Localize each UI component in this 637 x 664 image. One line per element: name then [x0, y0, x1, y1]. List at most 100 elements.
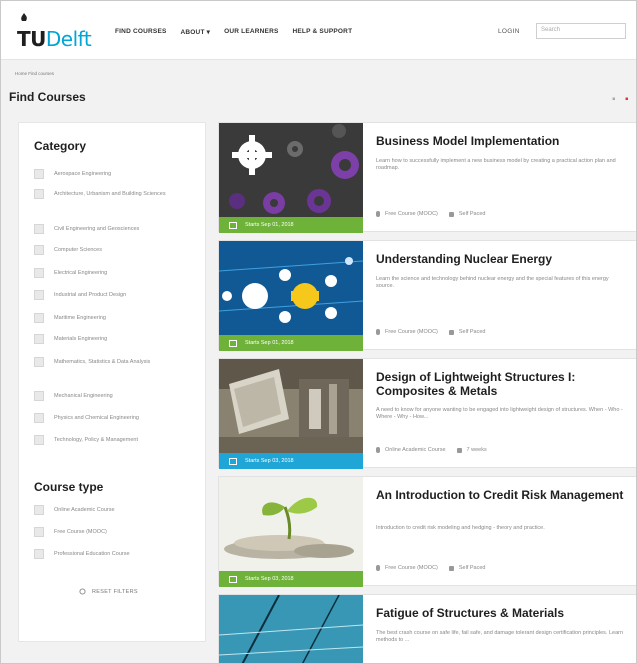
course-thumbnail[interactable]: [219, 477, 363, 571]
course-card[interactable]: Starts Sep 01, 2018 Business Model Imple…: [218, 122, 636, 233]
main-nav: FIND COURSES ABOUT ▾ OUR LEARNERS HELP &…: [115, 28, 352, 36]
course-start-date: Starts Sep 03, 2018: [245, 576, 294, 582]
breadcrumb[interactable]: Home Find courses: [15, 71, 54, 76]
course-date-bar: Starts Sep 01, 2018: [219, 335, 363, 351]
lock-icon: [448, 565, 454, 571]
page-frame: TU Delft FIND COURSES ABOUT ▾ OUR LEARNER…: [0, 0, 637, 664]
page-header-band: Home Find courses Find Courses ▪ ▪: [1, 60, 636, 118]
location-pin-icon: [376, 565, 380, 571]
course-pace: Self Paced: [458, 329, 486, 335]
course-meta: Free Course (MOOC) Self Paced: [376, 329, 485, 335]
filter-category-item[interactable]: Mechanical Engineering: [34, 391, 189, 401]
checkbox[interactable]: [34, 245, 44, 255]
course-date-bar: Starts Sep 01, 2018: [219, 217, 363, 233]
course-card[interactable]: Starts Sep 03, 2018 Design of Lightweigh…: [218, 358, 636, 469]
course-title[interactable]: Business Model Implementation: [376, 134, 636, 148]
filter-label: Aerospace Engineering: [54, 171, 112, 177]
course-start-date: Starts Sep 03, 2018: [245, 458, 294, 464]
checkbox[interactable]: [34, 169, 44, 179]
filter-category-item[interactable]: Civil Engineering and Geosciences: [34, 224, 189, 234]
login-link[interactable]: LOGIN: [498, 28, 520, 35]
course-description: The best crash course on safe life, fail…: [376, 630, 624, 643]
checkbox[interactable]: [34, 313, 44, 323]
checkbox[interactable]: [34, 189, 44, 199]
filter-category-item[interactable]: Aerospace Engineering: [34, 169, 189, 179]
grid-view-icon[interactable]: ▪: [612, 94, 616, 105]
course-thumbnail[interactable]: [219, 123, 363, 217]
checkbox[interactable]: [34, 391, 44, 401]
course-type: Free Course (MOOC): [385, 329, 438, 335]
tudelft-logo[interactable]: TU Delft: [17, 13, 92, 51]
flame-icon: [21, 13, 27, 21]
checkbox[interactable]: [34, 268, 44, 278]
checkbox[interactable]: [34, 505, 44, 515]
filter-label: Electrical Engineering: [54, 270, 108, 276]
course-type-heading: Course type: [34, 480, 104, 494]
filter-label: Professional Education Course: [54, 551, 130, 557]
checkbox[interactable]: [34, 224, 44, 234]
filter-label: Industrial and Product Design: [54, 292, 127, 298]
logo-tu: TU: [17, 27, 46, 51]
filter-category-item[interactable]: Technology, Policy & Management: [34, 435, 189, 445]
filter-category-item[interactable]: Computer Sciences: [34, 245, 189, 255]
course-description: Learn how to successfully implement a ne…: [376, 158, 616, 171]
calendar-icon: [229, 457, 237, 465]
course-type: Free Course (MOOC): [385, 565, 438, 571]
filter-category-item[interactable]: Industrial and Product Design: [34, 290, 189, 300]
filter-category-item[interactable]: Materials Engineering: [34, 334, 189, 344]
filter-course-type-item[interactable]: Online Academic Course: [34, 505, 189, 515]
filter-category-item[interactable]: Physics and Chemical Engineering: [34, 413, 189, 423]
course-thumbnail[interactable]: [219, 241, 363, 335]
top-navigation-bar: TU Delft FIND COURSES ABOUT ▾ OUR LEARNER…: [1, 1, 636, 60]
nav-about[interactable]: ABOUT ▾: [181, 28, 211, 36]
nav-find-courses[interactable]: FIND COURSES: [115, 28, 167, 36]
course-pace: Self Paced: [458, 565, 486, 571]
filter-category-item[interactable]: Maritime Engineering: [34, 313, 189, 323]
course-title[interactable]: Understanding Nuclear Energy: [376, 252, 636, 266]
logo-delft: Delft: [45, 27, 92, 51]
course-pace: Self Paced: [458, 211, 486, 217]
fatigue-structures-image: [219, 595, 363, 663]
filter-label: Architecture, Urbanism and Building Scie…: [54, 191, 166, 197]
filter-label: Civil Engineering and Geosciences: [54, 226, 140, 232]
filter-category-item[interactable]: Architecture, Urbanism and Building Scie…: [34, 189, 169, 199]
checkbox[interactable]: [34, 334, 44, 344]
reset-icon: [79, 588, 86, 595]
checkbox[interactable]: [34, 435, 44, 445]
search-input[interactable]: Search: [536, 23, 626, 39]
filter-course-type-item[interactable]: Free Course (MOOC): [34, 527, 189, 537]
course-meta: Free Course (MOOC) Self Paced: [376, 211, 485, 217]
course-title[interactable]: An Introduction to Credit Risk Managemen…: [376, 488, 636, 502]
nav-help-support[interactable]: HELP & SUPPORT: [293, 28, 353, 36]
course-card[interactable]: Fatigue of Structures & Materials The be…: [218, 594, 636, 663]
checkbox[interactable]: [34, 413, 44, 423]
course-start-date: Starts Sep 01, 2018: [245, 340, 294, 346]
filter-category-item[interactable]: Mathematics, Statistics & Data Analysis: [34, 357, 174, 367]
course-thumbnail[interactable]: [219, 359, 363, 453]
course-title[interactable]: Design of Lightweight Structures I: Comp…: [376, 370, 636, 398]
checkbox[interactable]: [34, 290, 44, 300]
checkbox[interactable]: [34, 527, 44, 537]
course-start-date: Starts Sep 01, 2018: [245, 222, 294, 228]
reset-filters-button[interactable]: RESET FILTERS: [79, 588, 138, 595]
calendar-icon: [229, 221, 237, 229]
nav-our-learners[interactable]: OUR LEARNERS: [224, 28, 278, 36]
checkbox[interactable]: [34, 357, 44, 367]
filter-category-item[interactable]: Electrical Engineering: [34, 268, 189, 278]
course-title[interactable]: Fatigue of Structures & Materials: [376, 606, 636, 620]
calendar-icon: [229, 575, 237, 583]
lock-icon: [448, 211, 454, 217]
course-card[interactable]: Starts Sep 03, 2018 An Introduction to C…: [218, 476, 636, 587]
filter-sidebar: Category Aerospace Engineering Architect…: [18, 122, 206, 642]
credit-risk-image: [219, 477, 363, 571]
location-pin-icon: [376, 211, 380, 217]
course-card[interactable]: Starts Sep 01, 2018 Understanding Nuclea…: [218, 240, 636, 351]
filter-course-type-item[interactable]: Professional Education Course: [34, 549, 189, 559]
lock-icon: [456, 447, 462, 453]
filter-label: Mathematics, Statistics & Data Analysis: [54, 359, 151, 365]
filter-label: Free Course (MOOC): [54, 529, 107, 535]
list-view-icon[interactable]: ▪: [625, 94, 629, 105]
course-description: Learn the science and technology behind …: [376, 276, 609, 289]
checkbox[interactable]: [34, 549, 44, 559]
course-thumbnail[interactable]: [219, 595, 363, 663]
